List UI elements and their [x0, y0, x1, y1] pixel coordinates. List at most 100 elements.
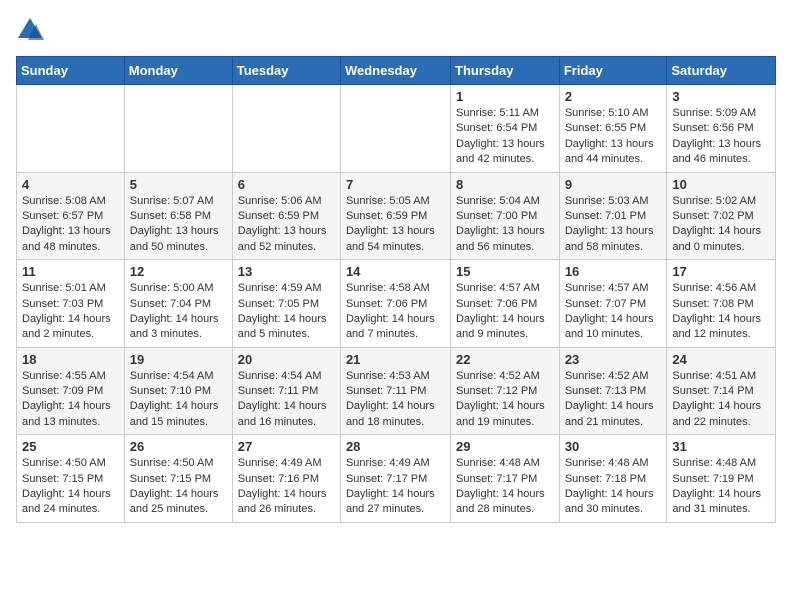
day-number: 8 [456, 177, 554, 192]
calendar-cell: 12 Sunrise: 5:00 AM Sunset: 7:04 PM Dayli… [124, 260, 232, 348]
day-info: Sunrise: 4:49 AM Sunset: 7:16 PM Dayligh… [238, 456, 335, 518]
calendar-cell: 18 Sunrise: 4:55 AM Sunset: 7:09 PM Dayli… [17, 347, 125, 435]
calendar-cell [232, 85, 340, 173]
calendar-header-tuesday: Tuesday [232, 57, 340, 85]
day-info: Sunrise: 5:08 AM Sunset: 6:57 PM Dayligh… [22, 194, 119, 256]
day-info: Sunrise: 5:10 AM Sunset: 6:55 PM Dayligh… [565, 106, 662, 168]
day-info: Sunrise: 4:48 AM Sunset: 7:19 PM Dayligh… [672, 456, 770, 518]
day-info: Sunrise: 4:49 AM Sunset: 7:17 PM Dayligh… [346, 456, 445, 518]
day-number: 2 [565, 89, 662, 104]
day-number: 30 [565, 439, 662, 454]
calendar-header-thursday: Thursday [451, 57, 560, 85]
day-info: Sunrise: 4:53 AM Sunset: 7:11 PM Dayligh… [346, 369, 445, 431]
calendar-cell: 22 Sunrise: 4:52 AM Sunset: 7:12 PM Dayli… [451, 347, 560, 435]
day-info: Sunrise: 4:54 AM Sunset: 7:11 PM Dayligh… [238, 369, 335, 431]
calendar-cell: 14 Sunrise: 4:58 AM Sunset: 7:06 PM Dayli… [340, 260, 450, 348]
calendar-cell: 23 Sunrise: 4:52 AM Sunset: 7:13 PM Dayli… [559, 347, 667, 435]
calendar-header-friday: Friday [559, 57, 667, 85]
day-info: Sunrise: 4:58 AM Sunset: 7:06 PM Dayligh… [346, 281, 445, 343]
calendar-cell [340, 85, 450, 173]
day-number: 28 [346, 439, 445, 454]
calendar-header-wednesday: Wednesday [340, 57, 450, 85]
day-number: 7 [346, 177, 445, 192]
day-info: Sunrise: 5:03 AM Sunset: 7:01 PM Dayligh… [565, 194, 662, 256]
day-number: 14 [346, 264, 445, 279]
day-info: Sunrise: 4:50 AM Sunset: 7:15 PM Dayligh… [130, 456, 227, 518]
calendar-cell: 29 Sunrise: 4:48 AM Sunset: 7:17 PM Dayli… [451, 435, 560, 523]
calendar-header-monday: Monday [124, 57, 232, 85]
day-info: Sunrise: 4:52 AM Sunset: 7:13 PM Dayligh… [565, 369, 662, 431]
calendar-cell: 4 Sunrise: 5:08 AM Sunset: 6:57 PM Daylig… [17, 172, 125, 260]
day-info: Sunrise: 5:09 AM Sunset: 6:56 PM Dayligh… [672, 106, 770, 168]
day-number: 27 [238, 439, 335, 454]
day-number: 24 [672, 352, 770, 367]
calendar-cell: 24 Sunrise: 4:51 AM Sunset: 7:14 PM Dayli… [667, 347, 776, 435]
day-number: 29 [456, 439, 554, 454]
day-info: Sunrise: 4:56 AM Sunset: 7:08 PM Dayligh… [672, 281, 770, 343]
calendar-cell: 27 Sunrise: 4:49 AM Sunset: 7:16 PM Dayli… [232, 435, 340, 523]
day-info: Sunrise: 5:07 AM Sunset: 6:58 PM Dayligh… [130, 194, 227, 256]
day-info: Sunrise: 4:52 AM Sunset: 7:12 PM Dayligh… [456, 369, 554, 431]
logo [16, 16, 48, 44]
calendar-cell: 10 Sunrise: 5:02 AM Sunset: 7:02 PM Dayli… [667, 172, 776, 260]
day-info: Sunrise: 4:54 AM Sunset: 7:10 PM Dayligh… [130, 369, 227, 431]
day-number: 5 [130, 177, 227, 192]
calendar-header-saturday: Saturday [667, 57, 776, 85]
day-number: 22 [456, 352, 554, 367]
calendar-cell: 15Sunrise: 4:57 AM Sunset: 7:06 PM Dayli… [451, 260, 560, 348]
calendar-table: SundayMondayTuesdayWednesdayThursdayFrid… [16, 56, 776, 523]
calendar-cell: 8Sunrise: 5:04 AM Sunset: 7:00 PM Daylig… [451, 172, 560, 260]
day-number: 12 [130, 264, 227, 279]
calendar-cell: 16Sunrise: 4:57 AM Sunset: 7:07 PM Dayli… [559, 260, 667, 348]
day-info: Sunrise: 4:59 AM Sunset: 7:05 PM Dayligh… [238, 281, 335, 343]
calendar-cell: 13 Sunrise: 4:59 AM Sunset: 7:05 PM Dayli… [232, 260, 340, 348]
day-number: 17 [672, 264, 770, 279]
day-info: Sunrise: 4:55 AM Sunset: 7:09 PM Dayligh… [22, 369, 119, 431]
day-number: 19 [130, 352, 227, 367]
day-info: Sunrise: 4:51 AM Sunset: 7:14 PM Dayligh… [672, 369, 770, 431]
day-number: 31 [672, 439, 770, 454]
day-number: 21 [346, 352, 445, 367]
calendar-cell: 30 Sunrise: 4:48 AM Sunset: 7:18 PM Dayli… [559, 435, 667, 523]
calendar-cell: 19 Sunrise: 4:54 AM Sunset: 7:10 PM Dayli… [124, 347, 232, 435]
day-info: Sunrise: 5:01 AM Sunset: 7:03 PM Dayligh… [22, 281, 119, 343]
calendar-cell: 21 Sunrise: 4:53 AM Sunset: 7:11 PM Dayli… [340, 347, 450, 435]
day-info: Sunrise: 4:50 AM Sunset: 7:15 PM Dayligh… [22, 456, 119, 518]
calendar-cell: 26 Sunrise: 4:50 AM Sunset: 7:15 PM Dayli… [124, 435, 232, 523]
day-info: Sunrise: 5:02 AM Sunset: 7:02 PM Dayligh… [672, 194, 770, 256]
day-number: 10 [672, 177, 770, 192]
day-number: 23 [565, 352, 662, 367]
calendar-cell: 11 Sunrise: 5:01 AM Sunset: 7:03 PM Dayli… [17, 260, 125, 348]
calendar-cell: 25 Sunrise: 4:50 AM Sunset: 7:15 PM Dayli… [17, 435, 125, 523]
calendar-week-row: 1Sunrise: 5:11 AM Sunset: 6:54 PM Daylig… [17, 85, 776, 173]
day-info: Sunrise: 4:48 AM Sunset: 7:18 PM Dayligh… [565, 456, 662, 518]
calendar-cell [17, 85, 125, 173]
day-info: Sunrise: 4:48 AM Sunset: 7:17 PM Dayligh… [456, 456, 554, 518]
day-number: 26 [130, 439, 227, 454]
calendar-cell: 31 Sunrise: 4:48 AM Sunset: 7:19 PM Dayli… [667, 435, 776, 523]
calendar-cell: 17 Sunrise: 4:56 AM Sunset: 7:08 PM Dayli… [667, 260, 776, 348]
day-info: Sunrise: 5:11 AM Sunset: 6:54 PM Dayligh… [456, 106, 554, 168]
day-info: Sunrise: 5:06 AM Sunset: 6:59 PM Dayligh… [238, 194, 335, 256]
day-number: 18 [22, 352, 119, 367]
day-number: 11 [22, 264, 119, 279]
calendar-cell: 28 Sunrise: 4:49 AM Sunset: 7:17 PM Dayli… [340, 435, 450, 523]
logo-icon [16, 16, 44, 44]
day-number: 15 [456, 264, 554, 279]
calendar-week-row: 25 Sunrise: 4:50 AM Sunset: 7:15 PM Dayli… [17, 435, 776, 523]
calendar-cell: 6Sunrise: 5:06 AM Sunset: 6:59 PM Daylig… [232, 172, 340, 260]
day-number: 13 [238, 264, 335, 279]
calendar-week-row: 4 Sunrise: 5:08 AM Sunset: 6:57 PM Daylig… [17, 172, 776, 260]
calendar-cell [124, 85, 232, 173]
calendar-header-sunday: Sunday [17, 57, 125, 85]
day-info: Sunrise: 5:00 AM Sunset: 7:04 PM Dayligh… [130, 281, 227, 343]
calendar-cell: 5 Sunrise: 5:07 AM Sunset: 6:58 PM Daylig… [124, 172, 232, 260]
calendar-cell: 9 Sunrise: 5:03 AM Sunset: 7:01 PM Daylig… [559, 172, 667, 260]
day-info: Sunrise: 5:05 AM Sunset: 6:59 PM Dayligh… [346, 194, 445, 256]
day-number: 4 [22, 177, 119, 192]
day-number: 25 [22, 439, 119, 454]
calendar-week-row: 18 Sunrise: 4:55 AM Sunset: 7:09 PM Dayli… [17, 347, 776, 435]
day-info: Sunrise: 4:57 AM Sunset: 7:07 PM Dayligh… [565, 281, 662, 343]
calendar-cell: 20Sunrise: 4:54 AM Sunset: 7:11 PM Dayli… [232, 347, 340, 435]
day-number: 9 [565, 177, 662, 192]
